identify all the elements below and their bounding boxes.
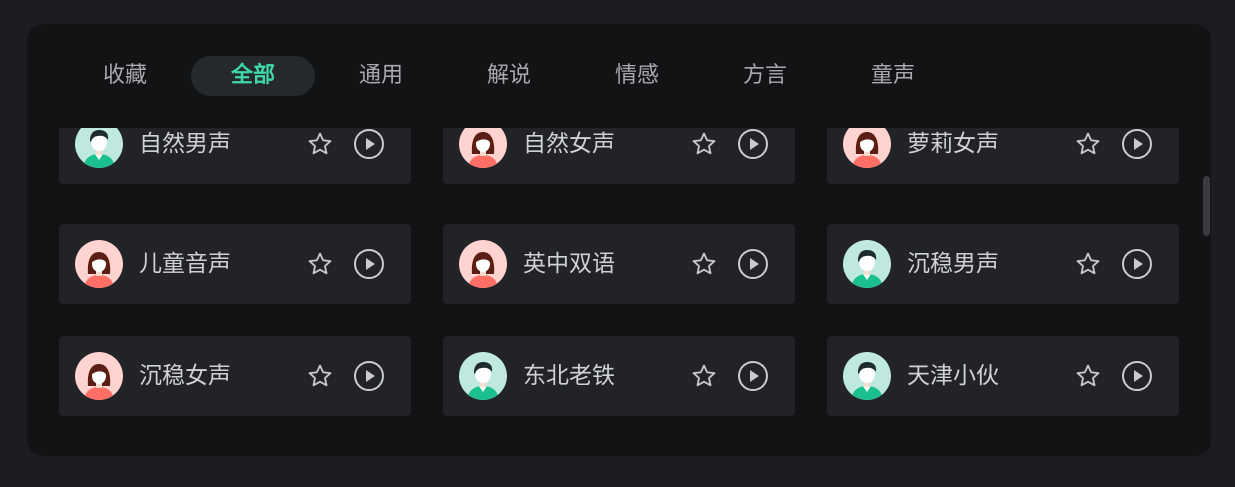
tab-dialect[interactable]: 方言 (733, 56, 797, 96)
voice-name: 英中双语 (523, 251, 615, 277)
tab-emotion[interactable]: 情感 (605, 56, 669, 96)
star-icon[interactable] (1075, 131, 1101, 157)
play-icon[interactable] (353, 360, 385, 392)
play-icon[interactable] (353, 128, 385, 160)
play-icon[interactable] (737, 360, 769, 392)
voice-name: 沉稳男声 (907, 251, 999, 277)
voice-grid: 自然男声 自然女声 萝莉女声 儿童音声 英中双语 沉稳男声 沉稳女声 东北老铁 … (27, 128, 1197, 456)
female-avatar-icon (75, 352, 123, 400)
voice-card[interactable]: 英中双语 (443, 224, 795, 304)
scrollbar-thumb[interactable] (1203, 176, 1210, 236)
female-avatar-icon (75, 240, 123, 288)
voice-panel: 收藏 全部 通用 解说 情感 方言 童声 自然男声 自然女声 萝莉女声 儿童音声… (27, 24, 1211, 456)
star-icon[interactable] (307, 363, 333, 389)
male-avatar-icon (75, 128, 123, 168)
tab-narration[interactable]: 解说 (477, 56, 541, 96)
tab-child-voice[interactable]: 童声 (861, 56, 925, 96)
voice-name: 自然男声 (139, 131, 231, 157)
male-avatar-icon (843, 240, 891, 288)
play-icon[interactable] (353, 248, 385, 280)
category-tabs: 收藏 全部 通用 解说 情感 方言 童声 (27, 56, 1211, 96)
star-icon[interactable] (307, 251, 333, 277)
play-icon[interactable] (1121, 248, 1153, 280)
star-icon[interactable] (691, 251, 717, 277)
star-icon[interactable] (691, 131, 717, 157)
tab-favorites[interactable]: 收藏 (93, 56, 157, 96)
voice-name: 沉稳女声 (139, 363, 231, 389)
male-avatar-icon (843, 352, 891, 400)
female-avatar-icon (459, 240, 507, 288)
voice-card[interactable]: 沉稳女声 (59, 336, 411, 416)
voice-card[interactable]: 儿童音声 (59, 224, 411, 304)
play-icon[interactable] (737, 248, 769, 280)
star-icon[interactable] (691, 363, 717, 389)
play-icon[interactable] (737, 128, 769, 160)
voice-name: 萝莉女声 (907, 131, 999, 157)
star-icon[interactable] (1075, 251, 1101, 277)
female-avatar-icon (459, 128, 507, 168)
play-icon[interactable] (1121, 360, 1153, 392)
female-avatar-icon (843, 128, 891, 168)
star-icon[interactable] (307, 131, 333, 157)
voice-card[interactable]: 自然女声 (443, 128, 795, 184)
play-icon[interactable] (1121, 128, 1153, 160)
voice-name: 儿童音声 (139, 251, 231, 277)
voice-name: 自然女声 (523, 131, 615, 157)
voice-name: 天津小伙 (907, 363, 999, 389)
voice-card[interactable]: 东北老铁 (443, 336, 795, 416)
voice-card[interactable]: 沉稳男声 (827, 224, 1179, 304)
male-avatar-icon (459, 352, 507, 400)
tab-all[interactable]: 全部 (191, 56, 315, 96)
voice-card[interactable]: 萝莉女声 (827, 128, 1179, 184)
voice-card[interactable]: 天津小伙 (827, 336, 1179, 416)
voice-name: 东北老铁 (523, 363, 615, 389)
tab-general[interactable]: 通用 (349, 56, 413, 96)
star-icon[interactable] (1075, 363, 1101, 389)
voice-card[interactable]: 自然男声 (59, 128, 411, 184)
